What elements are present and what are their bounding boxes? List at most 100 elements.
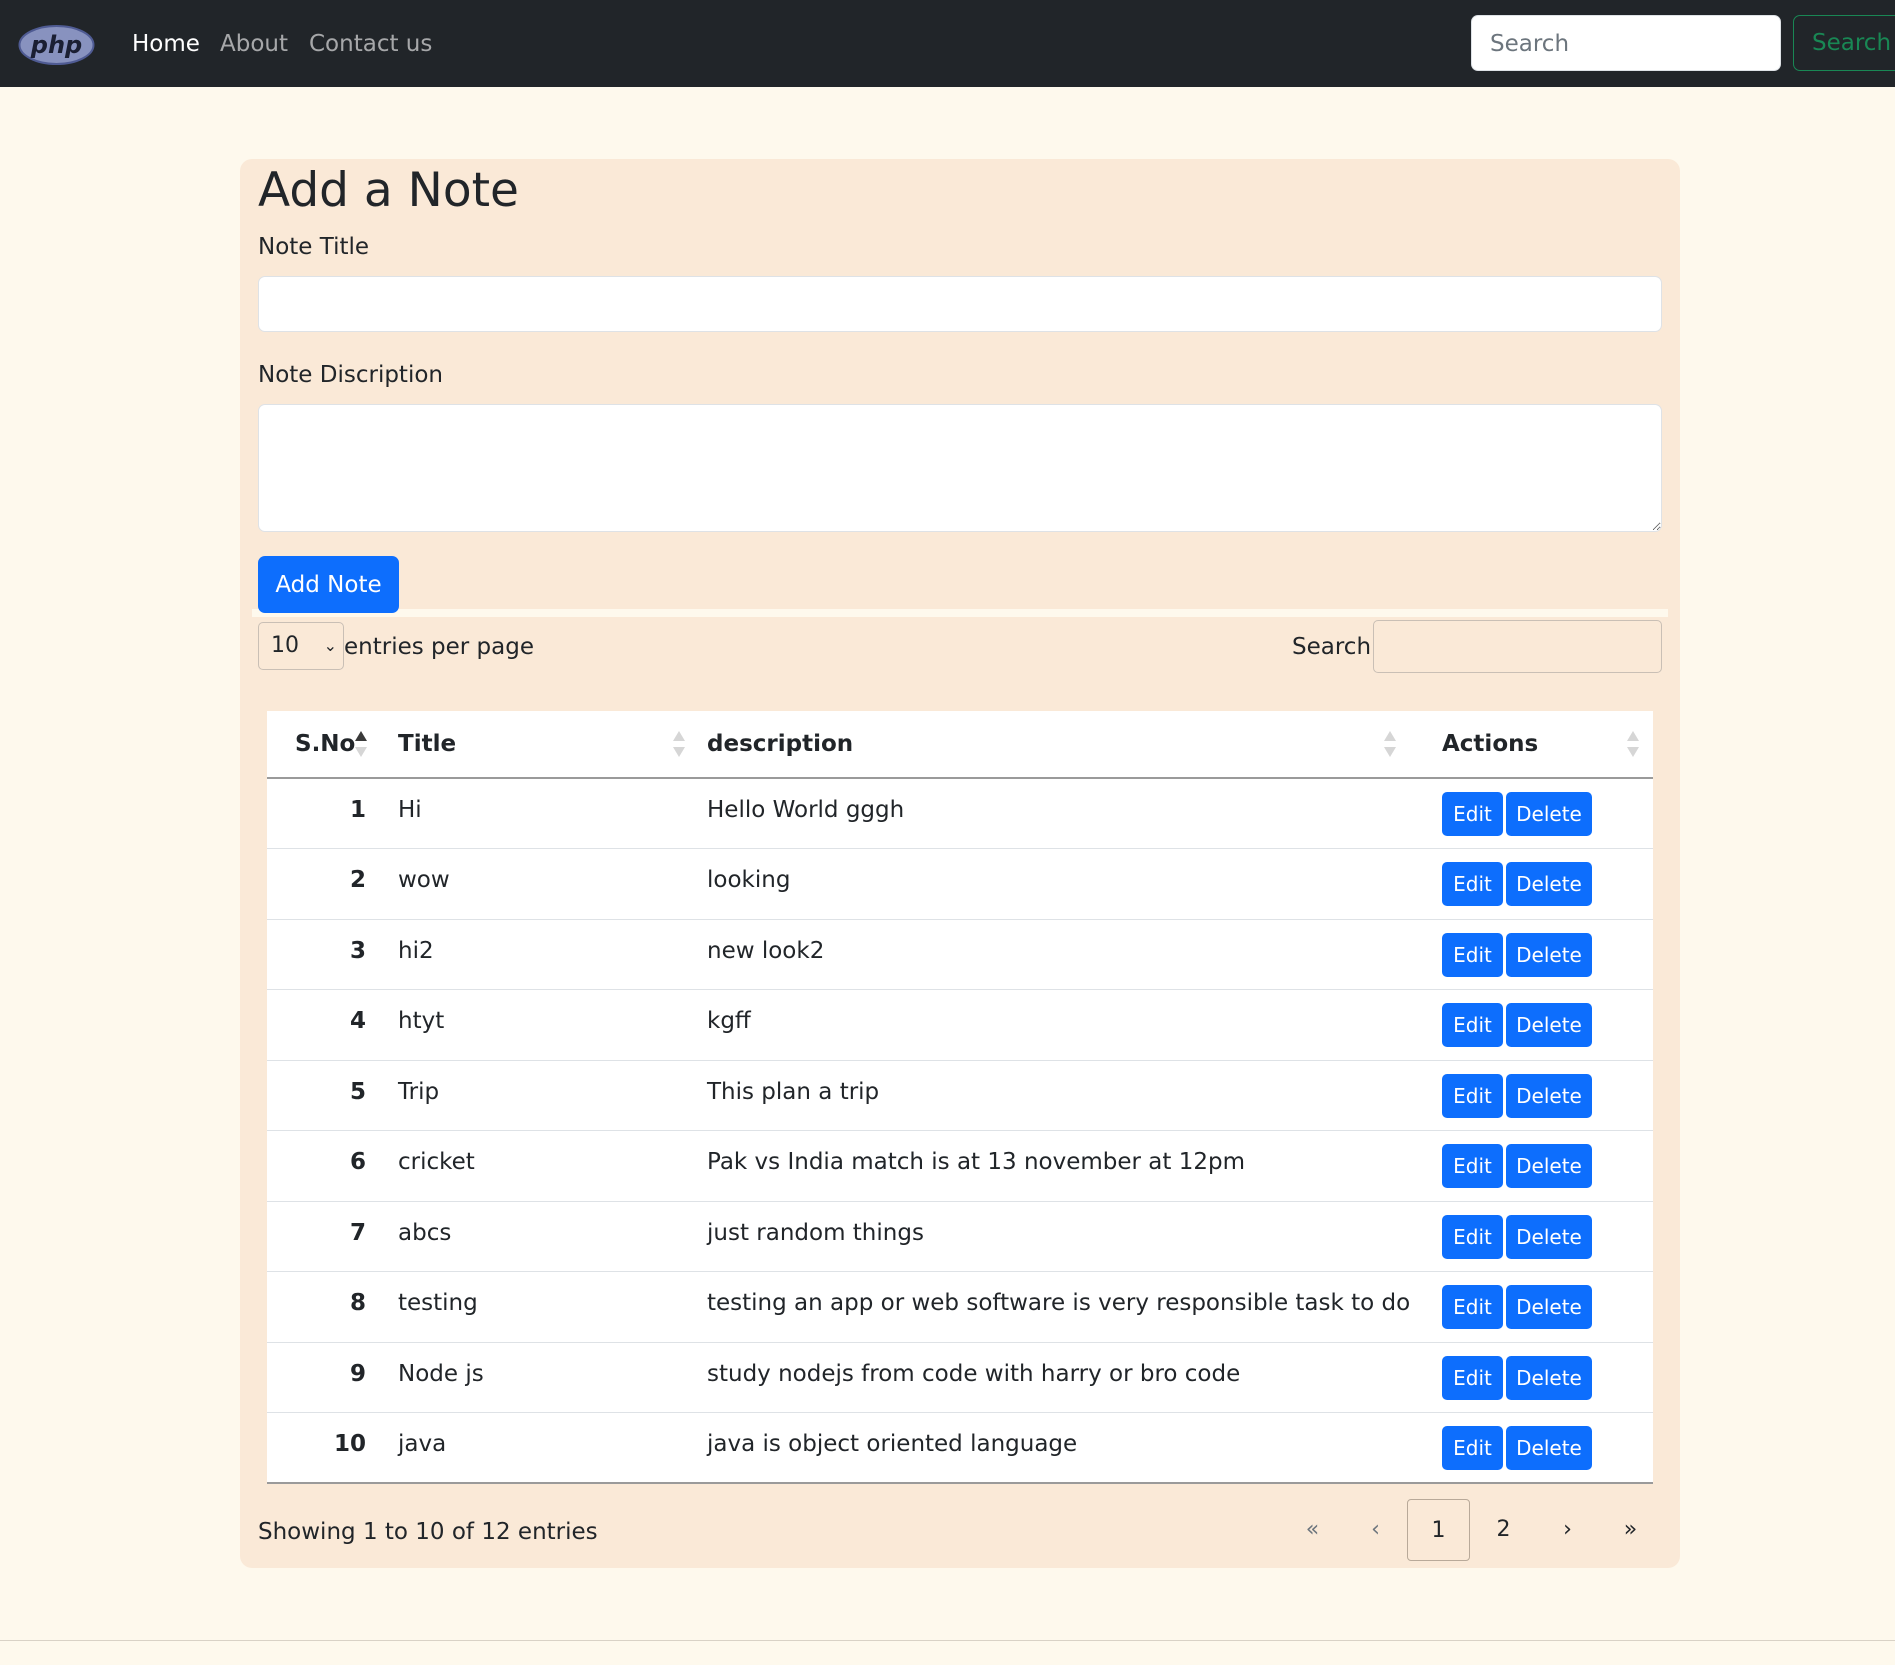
nav-home-link[interactable]: Home (132, 28, 200, 60)
cell-title: Node js (378, 1342, 699, 1413)
cell-sno: 9 (267, 1342, 378, 1413)
page-title: Add a Note (258, 163, 519, 218)
entries-per-page-value: 10 (271, 633, 299, 658)
cell-actions: Edit Delete (1434, 1130, 1653, 1202)
edit-button[interactable]: Edit (1442, 862, 1503, 906)
entries-per-page-select[interactable]: 10 ⌄ (258, 622, 344, 670)
cell-title: hi2 (378, 919, 699, 990)
edit-button[interactable]: Edit (1442, 792, 1503, 836)
note-description-label: Note Discription (258, 362, 443, 388)
column-header-actions[interactable]: Actions (1434, 711, 1653, 779)
navbar-search-input[interactable]: Search (1471, 15, 1781, 71)
delete-button[interactable]: Delete (1506, 862, 1592, 906)
edit-button[interactable]: Edit (1442, 1003, 1503, 1047)
cell-sno: 6 (267, 1130, 378, 1202)
pagination-page-1[interactable]: 1 (1407, 1499, 1470, 1561)
table-row: 2 wow looking Edit Delete (267, 848, 1653, 920)
sort-ascending-icon (355, 731, 367, 757)
footer-divider (0, 1640, 1895, 1641)
cell-actions: Edit Delete (1434, 1342, 1653, 1413)
table-row: 9 Node js study nodejs from code with ha… (267, 1342, 1653, 1413)
table-body: 1 Hi Hello World gggh Edit Delete 2 wow l… (267, 778, 1653, 1484)
cell-title: Trip (378, 1060, 699, 1131)
cell-title: java (378, 1412, 699, 1484)
entries-per-page-label: entries per page (344, 634, 534, 660)
chevron-down-icon: ⌄ (323, 636, 337, 655)
delete-button[interactable]: Delete (1506, 792, 1592, 836)
edit-button[interactable]: Edit (1442, 1355, 1503, 1400)
cell-description: new look2 (699, 919, 1434, 990)
table-row: 1 Hi Hello World gggh Edit Delete (267, 778, 1653, 849)
cell-sno: 10 (267, 1412, 378, 1484)
delete-button[interactable]: Delete (1506, 1214, 1592, 1259)
cell-actions: Edit Delete (1434, 989, 1653, 1061)
svg-text:php: php (30, 31, 82, 59)
table-row: 5 Trip This plan a trip Edit Delete (267, 1060, 1653, 1131)
delete-button[interactable]: Delete (1506, 1073, 1592, 1118)
table-info: Showing 1 to 10 of 12 entries (258, 1519, 598, 1545)
table-row: 6 cricket Pak vs India match is at 13 no… (267, 1130, 1653, 1202)
cell-description: java is object oriented language (699, 1412, 1434, 1484)
cell-actions: Edit Delete (1434, 848, 1653, 920)
cell-description: Hello World gggh (699, 778, 1434, 849)
add-note-button[interactable]: Add Note (258, 556, 399, 613)
cell-sno: 2 (267, 848, 378, 920)
edit-button[interactable]: Edit (1442, 1073, 1503, 1118)
sort-icon (1627, 731, 1639, 757)
note-title-input[interactable] (258, 276, 1662, 332)
pagination-next[interactable]: › (1536, 1499, 1599, 1561)
cell-title: cricket (378, 1130, 699, 1202)
pagination-first[interactable]: « (1281, 1499, 1344, 1561)
cell-title: testing (378, 1271, 699, 1343)
note-title-label: Note Title (258, 234, 370, 260)
pagination-page-2[interactable]: 2 (1472, 1499, 1535, 1561)
nav-about-link[interactable]: About (220, 28, 288, 60)
table-header-row: S.No Title description Actions (267, 711, 1653, 779)
cell-description: kgff (699, 989, 1434, 1061)
cell-description: looking (699, 848, 1434, 920)
column-header-label: S.No (295, 731, 356, 757)
table-search-label: Search: (1292, 634, 1379, 660)
cell-description: testing an app or web software is very r… (699, 1271, 1434, 1343)
delete-button[interactable]: Delete (1506, 1285, 1592, 1329)
card-divider (240, 609, 1680, 617)
cell-sno: 4 (267, 989, 378, 1061)
delete-button[interactable]: Delete (1506, 1426, 1592, 1470)
cell-actions: Edit Delete (1434, 919, 1653, 990)
pagination-previous[interactable]: ‹ (1344, 1499, 1407, 1561)
cell-actions: Edit Delete (1434, 1271, 1653, 1343)
edit-button[interactable]: Edit (1442, 932, 1503, 977)
edit-button[interactable]: Edit (1442, 1144, 1503, 1188)
column-header-sno[interactable]: S.No (267, 711, 378, 779)
cell-sno: 1 (267, 778, 378, 849)
cell-actions: Edit Delete (1434, 1412, 1653, 1484)
note-description-textarea[interactable] (258, 404, 1662, 532)
cell-description: Pak vs India match is at 13 november at … (699, 1130, 1434, 1202)
sort-icon (1384, 731, 1396, 757)
navbar-search-button[interactable]: Search (1793, 15, 1895, 71)
table-search-input[interactable] (1373, 620, 1662, 673)
table-row: 7 abcs just random things Edit Delete (267, 1201, 1653, 1272)
php-logo[interactable]: php (18, 24, 95, 66)
delete-button[interactable]: Delete (1506, 1003, 1592, 1047)
cell-sno: 7 (267, 1201, 378, 1272)
delete-button[interactable]: Delete (1506, 1144, 1592, 1188)
nav-contact-link[interactable]: Contact us (309, 28, 432, 60)
cell-actions: Edit Delete (1434, 778, 1653, 849)
delete-button[interactable]: Delete (1506, 1355, 1592, 1400)
edit-button[interactable]: Edit (1442, 1426, 1503, 1470)
cell-title: htyt (378, 989, 699, 1061)
column-header-label: Title (398, 731, 457, 757)
edit-button[interactable]: Edit (1442, 1214, 1503, 1259)
cell-actions: Edit Delete (1434, 1060, 1653, 1131)
notes-table: S.No Title description Actions 1 Hi Hell… (267, 711, 1653, 1484)
cell-description: just random things (699, 1201, 1434, 1272)
edit-button[interactable]: Edit (1442, 1285, 1503, 1329)
cell-description: This plan a trip (699, 1060, 1434, 1131)
column-header-description[interactable]: description (699, 711, 1434, 779)
column-header-title[interactable]: Title (378, 711, 699, 779)
table-row: 4 htyt kgff Edit Delete (267, 989, 1653, 1061)
delete-button[interactable]: Delete (1506, 932, 1592, 977)
table-row: 8 testing testing an app or web software… (267, 1271, 1653, 1343)
pagination-last[interactable]: » (1599, 1499, 1662, 1561)
